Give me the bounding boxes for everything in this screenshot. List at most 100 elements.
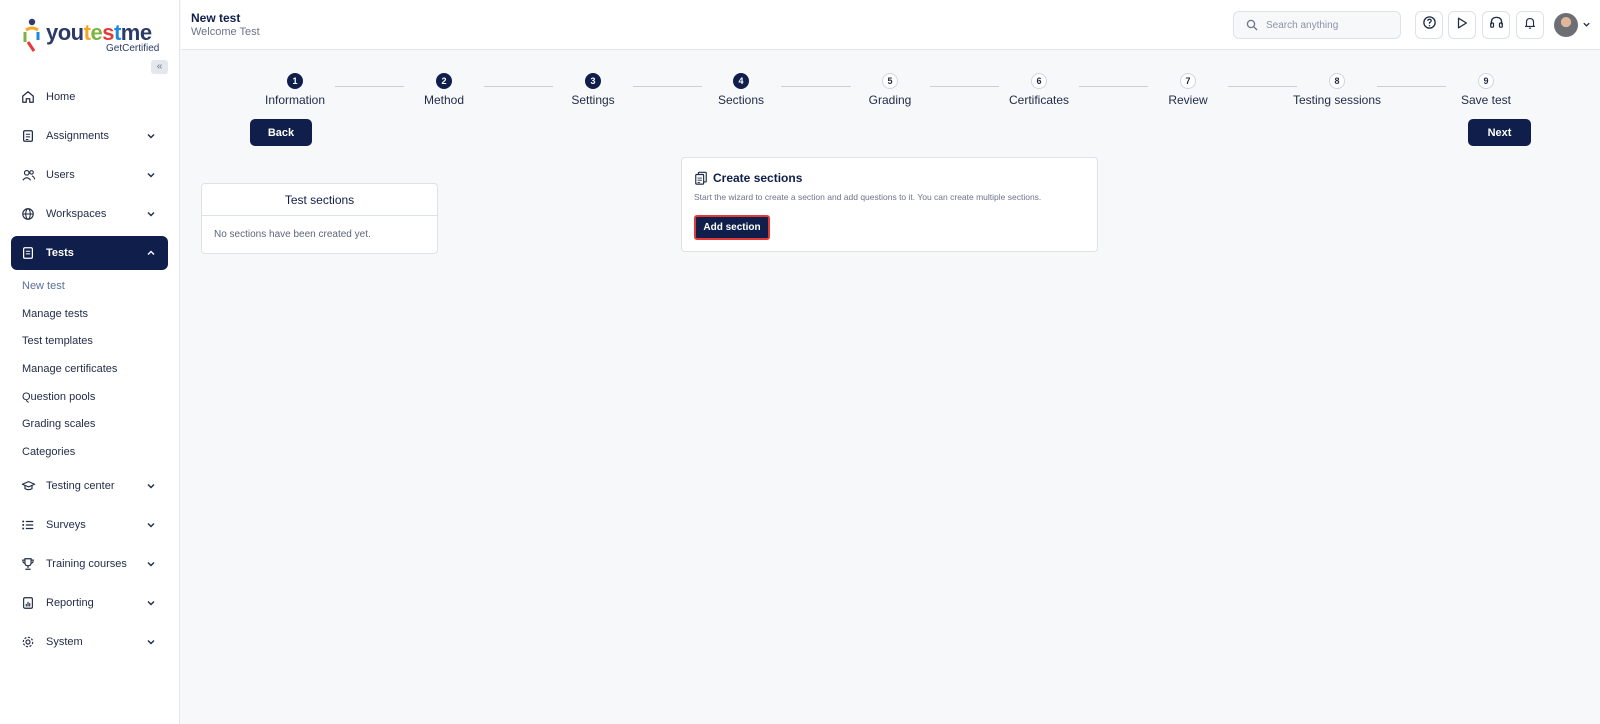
step-testing-sessions[interactable]: 8 Testing sessions xyxy=(1277,73,1397,107)
step-number: 3 xyxy=(585,73,601,89)
create-sections-title: Create sections xyxy=(713,171,803,185)
page-title: New test xyxy=(191,11,241,25)
chevron-down-icon xyxy=(144,207,158,221)
sidebar: youtestme GetCertified « Home Assignment… xyxy=(0,0,180,724)
sidebar-item-system[interactable]: System xyxy=(11,626,168,658)
sidebar-item-label: Users xyxy=(46,169,75,181)
step-review[interactable]: 7 Review xyxy=(1128,73,1248,107)
step-label: Save test xyxy=(1460,93,1512,107)
step-settings[interactable]: 3 Settings xyxy=(533,73,653,107)
logo[interactable]: youtestme GetCertified xyxy=(22,16,162,56)
empty-state-text: No sections have been created yet. xyxy=(214,229,371,240)
sidebar-item-label: Home xyxy=(46,91,76,103)
step-label: Testing sessions xyxy=(1292,93,1382,107)
step-number: 1 xyxy=(287,73,303,89)
test-sections-title: Test sections xyxy=(202,184,437,216)
subitem-manage-certificates[interactable]: Manage certificates xyxy=(22,363,117,375)
step-grading[interactable]: 5 Grading xyxy=(830,73,950,107)
notifications-button[interactable] xyxy=(1516,11,1544,39)
add-section-button[interactable]: Add section xyxy=(694,215,770,240)
help-button[interactable] xyxy=(1415,11,1443,39)
step-number: 6 xyxy=(1031,73,1047,89)
sidebar-item-surveys[interactable]: Surveys xyxy=(11,509,168,541)
create-sections-description: Start the wizard to create a section and… xyxy=(694,192,1042,202)
chevron-down-icon xyxy=(144,479,158,493)
sidebar-item-users[interactable]: Users xyxy=(11,159,168,191)
subitem-new-test[interactable]: New test xyxy=(22,280,65,292)
step-label: Certificates xyxy=(1008,93,1070,107)
step-number: 8 xyxy=(1329,73,1345,89)
chevron-down-icon xyxy=(144,596,158,610)
chevron-down-icon[interactable] xyxy=(1582,20,1591,29)
step-number: 7 xyxy=(1180,73,1196,89)
sidebar-item-training-courses[interactable]: Training courses xyxy=(11,548,168,580)
step-save-test[interactable]: 9 Save test xyxy=(1426,73,1546,107)
subitem-grading-scales[interactable]: Grading scales xyxy=(22,418,95,430)
back-button[interactable]: Back xyxy=(250,119,312,146)
page-subtitle: Welcome Test xyxy=(191,26,260,38)
sidebar-item-label: Reporting xyxy=(46,597,94,609)
avatar[interactable] xyxy=(1554,13,1578,37)
step-number: 4 xyxy=(733,73,749,89)
step-information[interactable]: 1 Information xyxy=(235,73,355,107)
step-sections[interactable]: 4 Sections xyxy=(681,73,801,107)
sidebar-item-testing-center[interactable]: Testing center xyxy=(11,470,168,502)
step-label: Review xyxy=(1168,93,1208,107)
sidebar-item-tests[interactable]: Tests xyxy=(11,236,168,270)
chevron-up-icon xyxy=(144,246,158,260)
sidebar-item-label: Testing center xyxy=(46,480,115,492)
sidebar-item-home[interactable]: Home xyxy=(11,81,168,113)
sidebar-item-assignments[interactable]: Assignments xyxy=(11,120,168,152)
subitem-test-templates[interactable]: Test templates xyxy=(22,335,93,347)
next-button[interactable]: Next xyxy=(1468,119,1531,146)
sidebar-item-label: Tests xyxy=(46,247,74,259)
chevron-down-icon xyxy=(144,168,158,182)
sidebar-item-label: Surveys xyxy=(46,519,86,531)
chevron-down-icon xyxy=(144,635,158,649)
headset-icon xyxy=(1489,15,1504,35)
play-button[interactable] xyxy=(1448,11,1476,39)
gear-icon xyxy=(20,634,36,650)
step-label: Grading xyxy=(868,93,912,107)
bell-icon xyxy=(1523,15,1537,35)
help-icon xyxy=(1422,15,1437,35)
step-method[interactable]: 2 Method xyxy=(384,73,504,107)
step-number: 9 xyxy=(1478,73,1494,89)
step-label: Information xyxy=(264,93,326,107)
trophy-icon xyxy=(20,556,36,572)
search-input[interactable] xyxy=(1266,19,1386,31)
clipboard-icon xyxy=(20,128,36,144)
step-certificates[interactable]: 6 Certificates xyxy=(979,73,1099,107)
chevron-down-icon xyxy=(144,129,158,143)
report-icon xyxy=(20,595,36,611)
test-doc-icon xyxy=(20,245,36,261)
sidebar-item-reporting[interactable]: Reporting xyxy=(11,587,168,619)
home-icon xyxy=(20,89,36,105)
search-box[interactable] xyxy=(1233,11,1401,39)
support-button[interactable] xyxy=(1482,11,1510,39)
step-label: Method xyxy=(423,93,465,107)
globe-icon xyxy=(20,206,36,222)
list-icon xyxy=(20,517,36,533)
sidebar-item-label: System xyxy=(46,636,83,648)
subitem-manage-tests[interactable]: Manage tests xyxy=(22,308,88,320)
graduation-cap-icon xyxy=(20,478,36,494)
logo-mark-icon xyxy=(23,18,40,52)
search-icon xyxy=(1246,19,1258,31)
test-sections-panel: Test sections No sections have been crea… xyxy=(201,183,438,254)
step-number: 2 xyxy=(436,73,452,89)
chevron-down-icon xyxy=(144,557,158,571)
top-header: New test Welcome Test xyxy=(181,0,1600,50)
step-label: Sections xyxy=(717,93,765,107)
subitem-question-pools[interactable]: Question pools xyxy=(22,391,95,403)
users-icon xyxy=(20,167,36,183)
subitem-categories[interactable]: Categories xyxy=(22,446,75,458)
chevron-down-icon xyxy=(144,518,158,532)
collapse-sidebar-button[interactable]: « xyxy=(151,60,168,74)
sidebar-item-workspaces[interactable]: Workspaces xyxy=(11,198,168,230)
logo-subtitle: GetCertified xyxy=(106,43,160,54)
step-label: Settings xyxy=(571,93,615,107)
sidebar-item-label: Training courses xyxy=(46,558,127,570)
sidebar-item-label: Assignments xyxy=(46,130,109,142)
step-number: 5 xyxy=(882,73,898,89)
